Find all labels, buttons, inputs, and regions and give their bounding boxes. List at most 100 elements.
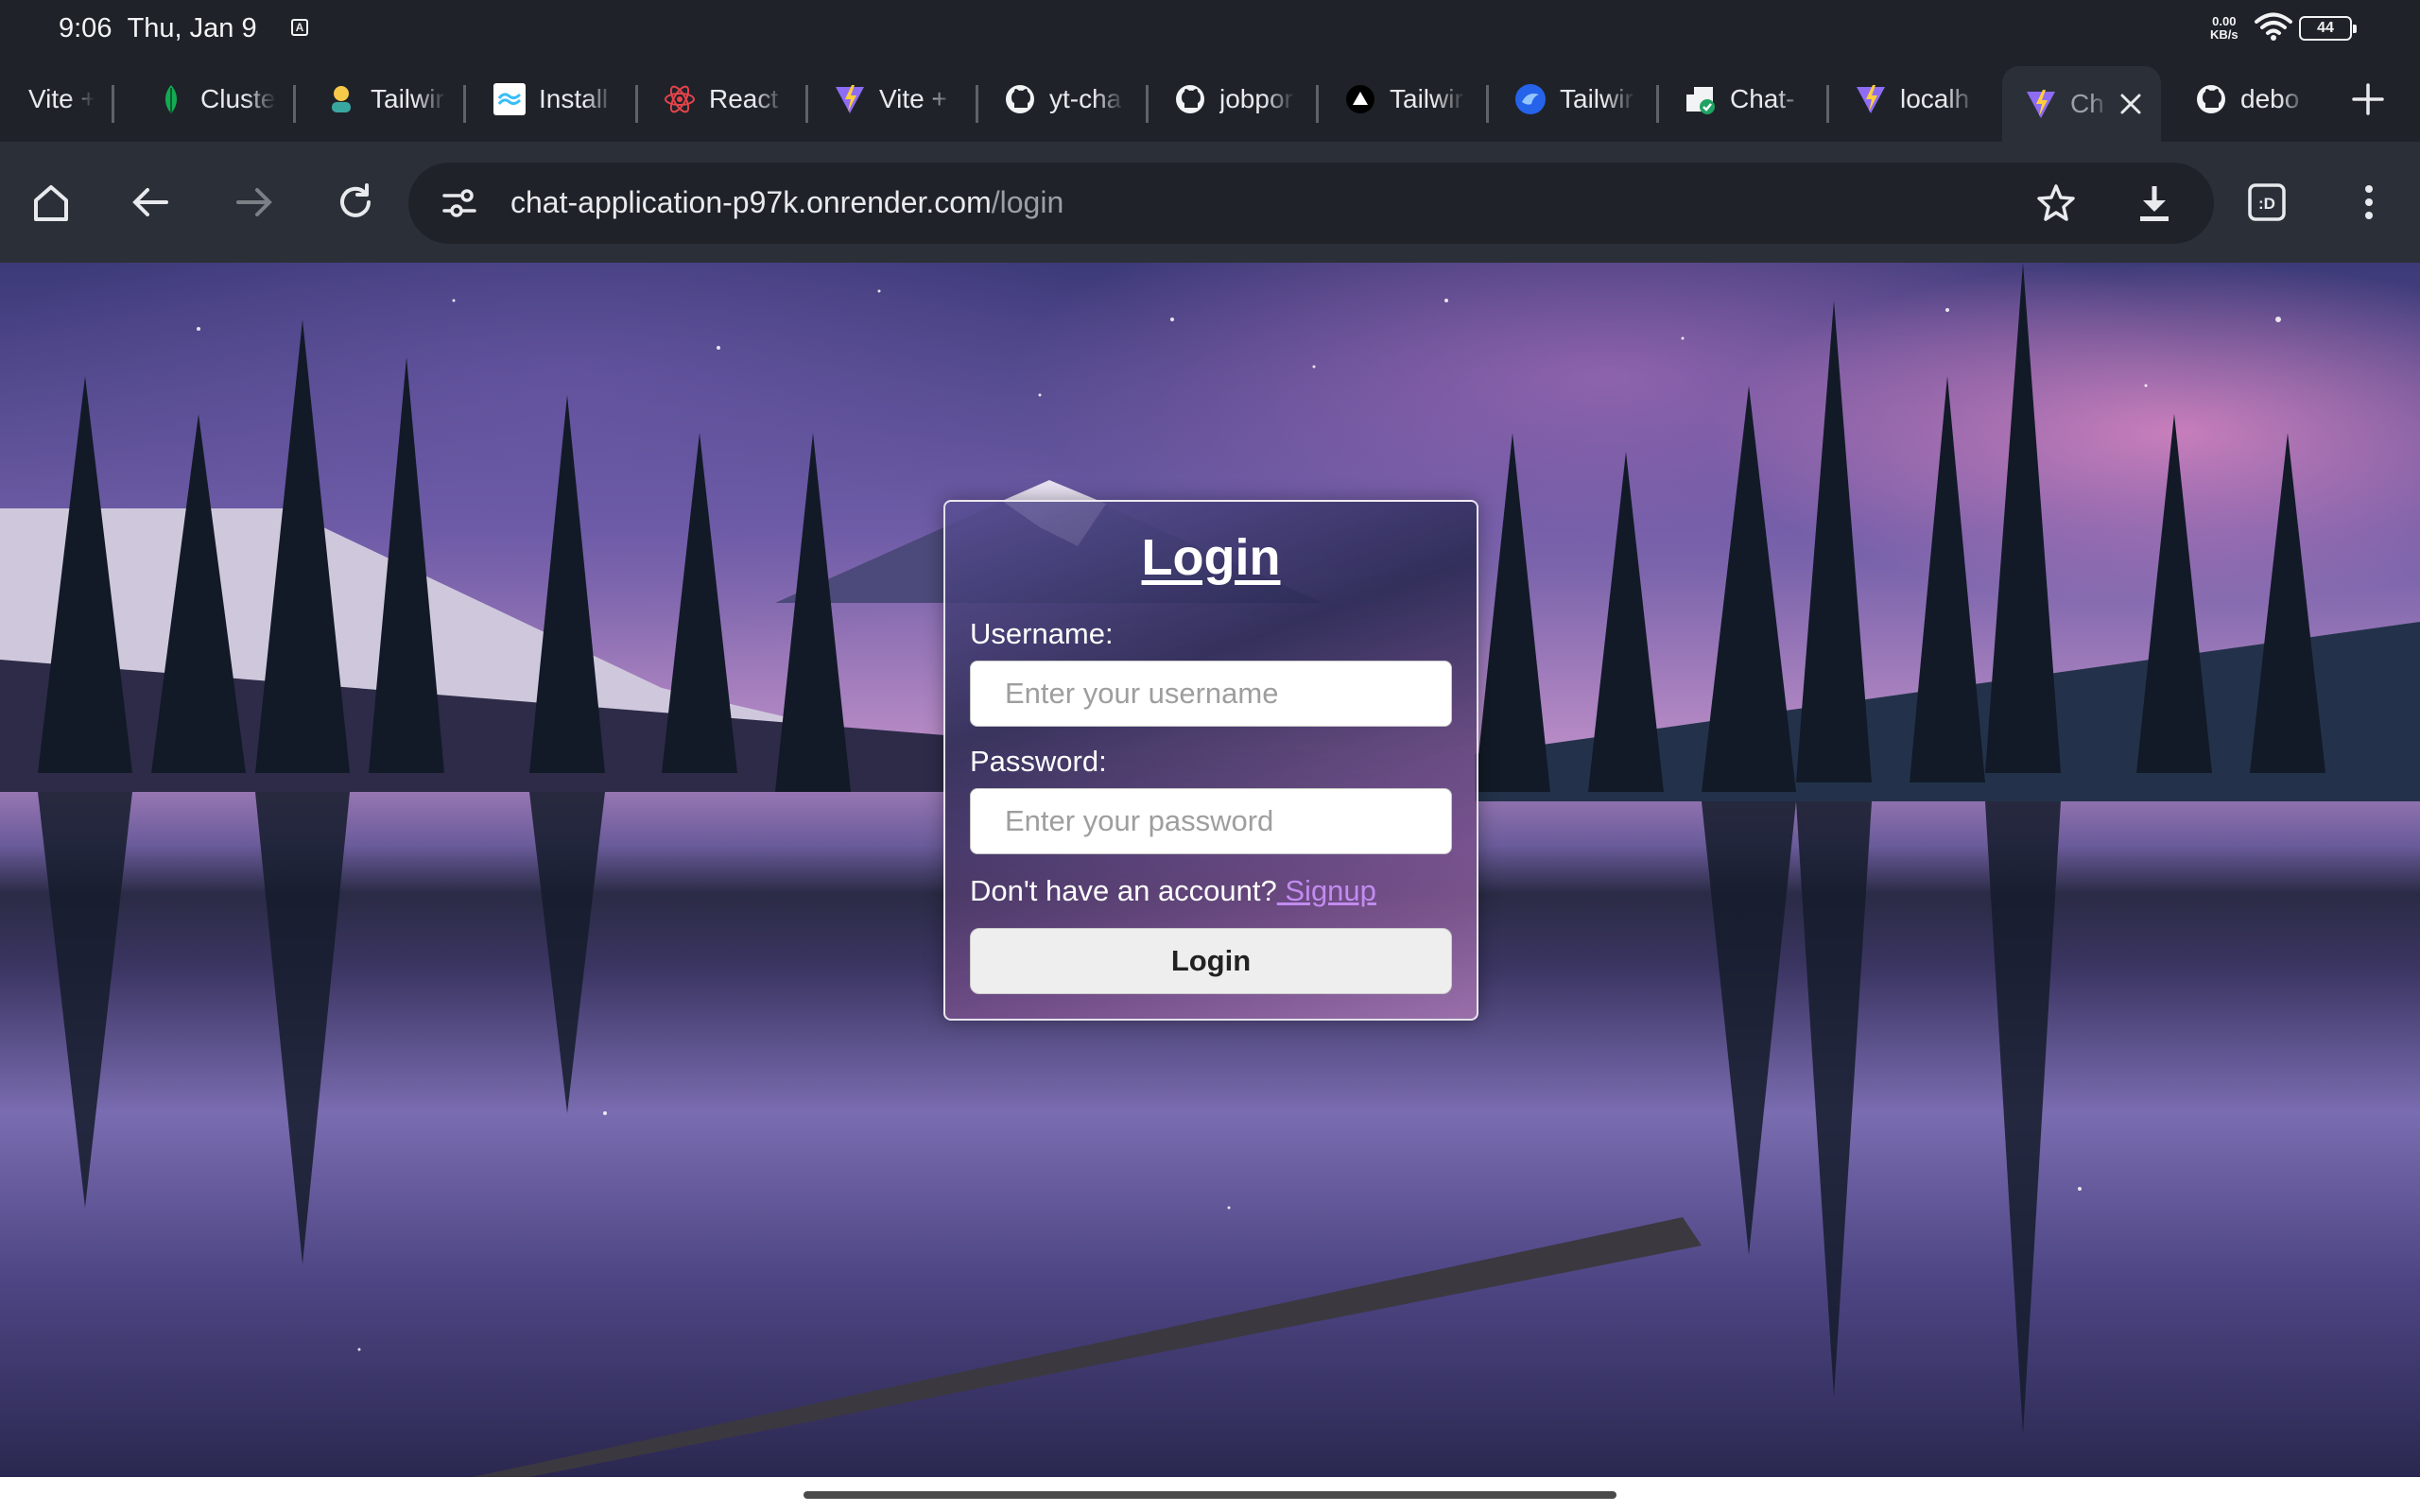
github-icon	[1174, 83, 1206, 115]
site-settings-icon[interactable]	[441, 184, 478, 222]
tab-separator	[1486, 85, 1489, 123]
net-speed: 0.00 KB/s	[2210, 15, 2238, 42]
tab-label: Tailwir	[1560, 84, 1634, 113]
tab[interactable]: Tailwir	[1514, 66, 1635, 132]
tab-label: Cluste	[200, 84, 276, 113]
home-icon	[34, 185, 68, 221]
vite-icon	[834, 83, 866, 115]
password-label: Password:	[970, 745, 1107, 778]
username-label: Username:	[970, 617, 1114, 650]
github-icon	[2195, 83, 2227, 115]
triangle-logo-icon	[1344, 83, 1376, 115]
tab-separator	[635, 85, 638, 123]
tab-label: Chat-	[1730, 84, 1795, 113]
tab[interactable]: yt-cha	[1004, 66, 1125, 132]
tab-switcher-icon: :D	[2248, 183, 2286, 221]
signup-prompt: Don't have an account? Signup	[970, 874, 1376, 908]
home-button[interactable]	[23, 174, 79, 231]
tab-separator	[1656, 85, 1659, 123]
tab-strip: Vite + Cluste Tailwir Install React Vite…	[0, 57, 2420, 142]
tailwind-icon	[493, 83, 526, 115]
url-host: chat-application-p97k.onrender.com	[510, 185, 992, 219]
tab[interactable]: Cluste	[155, 66, 276, 132]
tab-separator	[1316, 85, 1319, 123]
blue-circle-icon	[1514, 83, 1547, 115]
vite-icon	[2025, 88, 2057, 120]
tab-separator	[805, 85, 808, 123]
wifi-icon	[2255, 12, 2292, 41]
forward-arrow-icon	[236, 188, 272, 216]
chat-app-icon	[1685, 83, 1717, 115]
browser-toolbar: chat-application-p97k.onrender.com/login…	[0, 142, 2420, 263]
url-text[interactable]: chat-application-p97k.onrender.com/login	[510, 185, 1063, 220]
tab-active[interactable]: Ch	[2002, 66, 2161, 142]
tab[interactable]: React	[664, 66, 785, 132]
tab[interactable]: localh	[1855, 66, 1976, 132]
address-bar[interactable]: chat-application-p97k.onrender.com/login	[408, 163, 2214, 244]
tab[interactable]: debo	[2195, 66, 2307, 132]
tab-label: Install	[539, 84, 609, 113]
tab-label: Vite +	[879, 84, 947, 113]
tab-label: Vite +	[28, 84, 95, 113]
login-button[interactable]: Login	[970, 928, 1452, 994]
mongodb-leaf-icon	[155, 83, 187, 115]
more-vert-icon	[2365, 185, 2373, 219]
user-avatar-icon	[325, 83, 357, 115]
tab[interactable]: Chat-	[1685, 66, 1806, 132]
back-arrow-icon	[132, 188, 168, 216]
tab-label: jobpor	[1219, 84, 1293, 113]
login-form: Login Username: Password: Don't have an …	[943, 500, 1478, 1021]
vite-icon	[1855, 83, 1887, 115]
github-icon	[1004, 83, 1036, 115]
password-input[interactable]	[970, 788, 1452, 854]
forward-button[interactable]	[225, 174, 282, 231]
clock: 9:06	[59, 13, 112, 43]
tab-separator	[1146, 85, 1149, 123]
tab[interactable]: Tailwir	[325, 66, 446, 132]
back-button[interactable]	[123, 174, 180, 231]
home-gesture-handle[interactable]	[804, 1491, 1616, 1499]
tab-switcher-button[interactable]: :D	[2238, 174, 2295, 231]
tab-label: yt-cha	[1049, 84, 1122, 113]
tab-separator	[293, 85, 296, 123]
tab-separator	[112, 85, 114, 123]
bookmark-star-icon[interactable]	[2034, 181, 2078, 225]
tab[interactable]: Vite +	[0, 66, 95, 132]
reload-button[interactable]	[327, 174, 384, 231]
status-bar: 9:06 Thu, Jan 9 A 0.00 KB/s 44	[0, 0, 2420, 57]
url-path: /login	[991, 185, 1064, 219]
tab-label: Tailwir	[371, 84, 444, 113]
tab-separator	[976, 85, 978, 123]
tab-label: Tailwir	[1390, 84, 1463, 113]
net-speed-unit: KB/s	[2210, 27, 2238, 42]
tab[interactable]: Tailwir	[1344, 66, 1465, 132]
svg-text::D: :D	[2258, 195, 2275, 213]
status-time: 9:06 Thu, Jan 9	[59, 13, 257, 44]
tab-label: localh	[1900, 84, 1970, 113]
tab[interactable]: jobpor	[1174, 66, 1295, 132]
signup-prompt-text: Don't have an account?	[970, 874, 1277, 907]
tab-label: React	[709, 84, 779, 113]
tab[interactable]: Install	[493, 66, 614, 132]
download-icon[interactable]	[2133, 181, 2176, 225]
new-tab-icon[interactable]	[2344, 76, 2392, 123]
net-speed-value: 0.00	[2212, 14, 2237, 28]
tab-label: Ch	[2070, 89, 2104, 118]
battery-icon: 44	[2299, 16, 2357, 41]
react-icon	[664, 83, 696, 115]
signup-link[interactable]: Signup	[1277, 874, 1376, 907]
menu-button[interactable]	[2341, 174, 2397, 231]
tab-separator	[1826, 85, 1829, 123]
battery-level: 44	[2317, 20, 2334, 36]
reload-icon	[340, 183, 371, 217]
tab[interactable]: Vite +	[834, 66, 955, 132]
tab-label: debo	[2240, 84, 2300, 113]
username-input[interactable]	[970, 661, 1452, 727]
page-viewport: Login Username: Password: Don't have an …	[0, 263, 2420, 1477]
close-tab-icon[interactable]	[2114, 87, 2148, 121]
login-title: Login	[1141, 529, 1281, 586]
gesture-nav-area	[0, 1477, 2420, 1512]
notification-icon: A	[291, 19, 308, 36]
tab-separator	[463, 85, 466, 123]
date: Thu, Jan 9	[127, 13, 257, 43]
